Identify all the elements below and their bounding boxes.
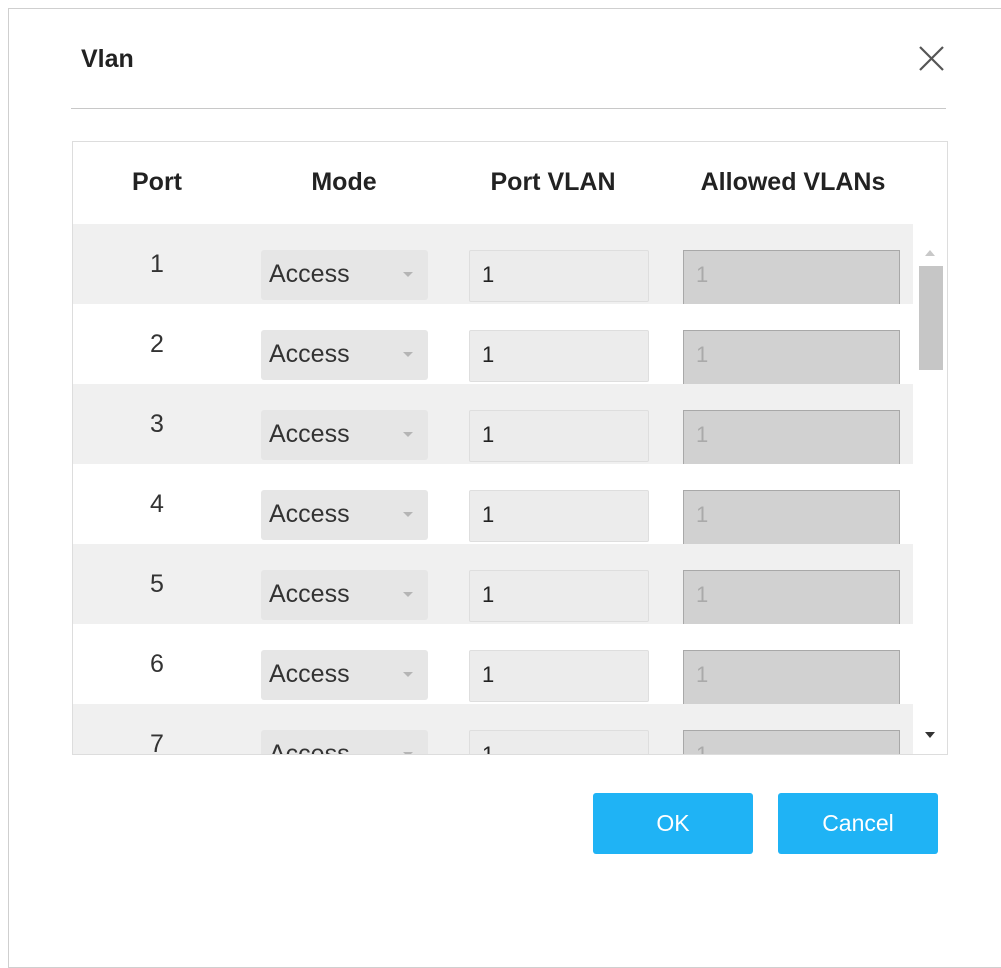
mode-select-value: Access (269, 500, 350, 528)
allowed-vlans-input: 1 (683, 490, 900, 545)
chevron-down-icon (403, 272, 413, 277)
mode-select[interactable]: Access (261, 650, 428, 700)
port-vlan-input[interactable]: 1 (469, 330, 649, 382)
table-row: 3 Access 1 1 (73, 384, 913, 465)
mode-select-value: Access (269, 420, 350, 448)
port-vlan-input[interactable]: 1 (469, 410, 649, 462)
mode-select[interactable]: Access (261, 410, 428, 460)
table-row: 1 Access 1 1 (73, 224, 913, 305)
title-divider (71, 108, 946, 109)
mode-select-value: Access (269, 580, 350, 608)
chevron-down-icon (403, 432, 413, 437)
allowed-vlans-input: 1 (683, 330, 900, 385)
mode-select[interactable]: Access (261, 330, 428, 380)
dialog-title: Vlan (81, 45, 134, 73)
mode-select-value: Access (269, 340, 350, 368)
port-number: 4 (150, 490, 164, 518)
table-row: 5 Access 1 1 (73, 544, 913, 625)
allowed-vlans-input: 1 (683, 650, 900, 705)
scroll-thumb[interactable] (919, 266, 943, 370)
port-number: 2 (150, 330, 164, 358)
port-vlan-input[interactable]: 1 (469, 490, 649, 542)
chevron-down-icon (403, 672, 413, 677)
table-row: 4 Access 1 1 (73, 464, 913, 545)
close-icon[interactable] (912, 40, 950, 78)
scroll-down-icon[interactable] (925, 732, 935, 738)
mode-select[interactable]: Access (261, 490, 428, 540)
mode-select[interactable]: Access (261, 570, 428, 620)
table-body: 1 Access 1 1 2 Access 1 1 3 Access 1 1 4 Access 1 1 5 Acc… (73, 224, 913, 755)
scroll-up-icon[interactable] (925, 250, 935, 256)
port-vlan-input[interactable]: 1 (469, 250, 649, 302)
port-number: 3 (150, 410, 164, 438)
allowed-vlans-input: 1 (683, 250, 900, 305)
table-row: 6 Access 1 1 (73, 624, 913, 705)
ok-button[interactable]: OK (593, 793, 753, 854)
header-allowed-vlans: Allowed VLANs (700, 168, 886, 196)
mode-select-value: Access (269, 740, 350, 755)
chevron-down-icon (403, 352, 413, 357)
port-vlan-input[interactable]: 1 (469, 730, 649, 754)
chevron-down-icon (403, 592, 413, 597)
allowed-vlans-input: 1 (683, 570, 900, 625)
header-port: Port (132, 168, 182, 196)
vlan-table: Port Mode Port VLAN Allowed VLANs 1 Acces… (72, 141, 948, 755)
table-row: 2 Access 1 1 (73, 304, 913, 385)
mode-select[interactable]: Access (261, 250, 428, 300)
mode-select[interactable]: Access (261, 730, 428, 755)
allowed-vlans-input: 1 (683, 410, 900, 465)
chevron-down-icon (403, 752, 413, 754)
table-row: 7 Access 1 1 (73, 704, 913, 755)
chevron-down-icon (403, 512, 413, 517)
port-number: 5 (150, 570, 164, 598)
header-port-vlan: Port VLAN (490, 168, 616, 196)
header-mode: Mode (311, 168, 377, 196)
port-vlan-input[interactable]: 1 (469, 570, 649, 622)
allowed-vlans-input: 1 (683, 730, 900, 754)
table-scrollbar[interactable] (913, 224, 947, 754)
port-number: 6 (150, 650, 164, 678)
port-number: 7 (150, 730, 164, 755)
cancel-button[interactable]: Cancel (778, 793, 938, 854)
port-number: 1 (150, 250, 164, 278)
mode-select-value: Access (269, 660, 350, 688)
table-header: Port Mode Port VLAN Allowed VLANs (73, 142, 947, 224)
port-vlan-input[interactable]: 1 (469, 650, 649, 702)
mode-select-value: Access (269, 260, 350, 288)
